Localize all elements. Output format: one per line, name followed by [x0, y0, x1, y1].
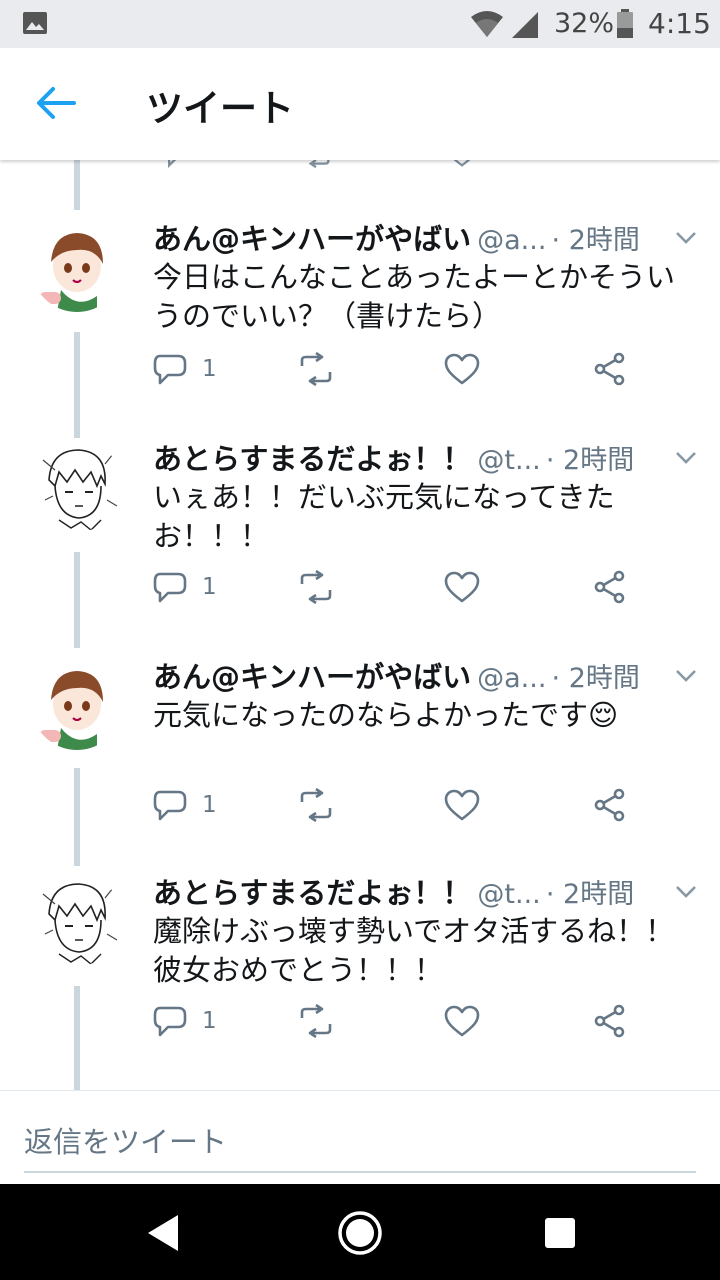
share-icon: [594, 570, 625, 604]
heart-icon: [444, 789, 480, 821]
avatar[interactable]: [31, 874, 123, 966]
reply-count: 1: [202, 356, 217, 382]
reply-count: 1: [202, 574, 217, 600]
reply-button[interactable]: 1: [152, 570, 217, 610]
retweet-button[interactable]: [298, 351, 334, 392]
share-icon: [594, 352, 625, 386]
back-arrow-icon[interactable]: [36, 86, 76, 120]
timestamp[interactable]: · 2時間: [552, 663, 640, 694]
retweet-icon: [300, 787, 332, 823]
tweet[interactable]: あん@キンハーがやばい @a... · 2時間 元気になったのならよかったです😌 …: [0, 654, 720, 834]
username[interactable]: @t...: [477, 879, 540, 910]
page-title: ツイート: [146, 87, 294, 130]
reply-count: 1: [202, 792, 217, 818]
home-circle-icon[interactable]: [335, 1208, 385, 1258]
share-icon: [594, 1004, 625, 1038]
system-nav-bar: [0, 1184, 720, 1280]
like-button[interactable]: [444, 788, 480, 828]
timestamp[interactable]: · 2時間: [552, 225, 640, 256]
share-button[interactable]: [592, 788, 628, 828]
retweet-icon: [300, 351, 332, 387]
avatar[interactable]: [31, 220, 123, 312]
tweet-header: あん@キンハーがやばい @a... · 2時間: [153, 216, 673, 256]
display-name[interactable]: あん@キンハーがやばい: [153, 222, 471, 256]
back-triangle-icon[interactable]: [140, 1208, 190, 1258]
like-button[interactable]: [444, 570, 480, 610]
chevron-down-icon[interactable]: [674, 884, 698, 900]
username[interactable]: @t...: [477, 445, 540, 476]
reply-icon: [153, 572, 187, 603]
heart-icon: [444, 571, 480, 603]
like-button[interactable]: [444, 352, 480, 392]
chevron-down-icon[interactable]: [674, 668, 698, 684]
tweet-text: いぇあ！！だいぶ元気になってきたお！！！: [153, 480, 615, 553]
app-bar: ツイート: [0, 48, 720, 160]
share-button[interactable]: [592, 570, 628, 610]
tweet-actions: 1: [0, 569, 720, 610]
wifi-icon: [471, 11, 503, 37]
reply-icon: [153, 1006, 187, 1037]
tweet-text: 元気になったのならよかったです😌: [153, 698, 619, 732]
reply-icon[interactable]: [160, 160, 196, 168]
tweet-header: あん@キンハーがやばい @a... · 2時間: [153, 654, 673, 694]
tweet-actions: 1: [0, 351, 720, 392]
retweet-button[interactable]: [298, 787, 334, 828]
tweet-text: 今日はこんなことあったよーとかそういうのでいい？（書けたら）: [153, 260, 676, 333]
display-name[interactable]: あとらすまるだよぉ！！: [153, 876, 471, 910]
retweet-icon[interactable]: [298, 160, 334, 168]
avatar[interactable]: [31, 658, 123, 750]
like-button[interactable]: [444, 1004, 480, 1044]
timestamp[interactable]: · 2時間: [546, 445, 634, 476]
tweet-text: 魔除けぶっ壊す勢いでオタ活するね！！彼女おめでとう！！！: [153, 914, 675, 987]
battery-icon: [617, 9, 633, 38]
clock: 4:15: [648, 7, 711, 40]
retweet-icon: [300, 569, 332, 605]
heart-icon[interactable]: [444, 160, 480, 168]
status-bar: 32% 4:15: [0, 0, 720, 48]
chevron-down-icon[interactable]: [674, 230, 698, 246]
tweet-header: あとらすまるだよぉ！！ @t... · 2時間: [153, 436, 673, 476]
tweet[interactable]: あとらすまるだよぉ！！ @t... · 2時間 いぇあ！！だいぶ元気になってきたお…: [0, 436, 720, 616]
tweet-actions: 1: [0, 1003, 720, 1044]
tweet-actions: 1: [0, 787, 720, 828]
username[interactable]: @a...: [477, 225, 546, 256]
previous-tweet-actions: [0, 160, 720, 168]
reply-count: 1: [202, 1008, 217, 1034]
reply-icon: [153, 790, 187, 821]
username[interactable]: @a...: [477, 663, 546, 694]
tweet-header: あとらすまるだよぉ！！ @t... · 2時間: [153, 870, 673, 910]
retweet-button[interactable]: [298, 569, 334, 610]
timestamp[interactable]: · 2時間: [546, 879, 634, 910]
reply-button[interactable]: 1: [152, 352, 217, 392]
avatar[interactable]: [31, 440, 123, 532]
reply-input[interactable]: 返信をツイート: [24, 1119, 696, 1173]
share-button[interactable]: [592, 1004, 628, 1044]
recents-square-icon[interactable]: [535, 1208, 585, 1258]
share-button[interactable]: [592, 352, 628, 392]
battery-percentage: 32%: [554, 8, 615, 39]
retweet-button[interactable]: [298, 1003, 334, 1044]
share-icon[interactable]: [592, 160, 628, 168]
tweet[interactable]: あん@キンハーがやばい @a... · 2時間 今日はこんなことあったよーとかそう…: [0, 216, 720, 396]
display-name[interactable]: あとらすまるだよぉ！！: [153, 442, 471, 476]
share-icon: [594, 788, 625, 822]
heart-icon: [444, 353, 480, 385]
chevron-down-icon[interactable]: [674, 450, 698, 466]
tweet[interactable]: あとらすまるだよぉ！！ @t... · 2時間 魔除けぶっ壊す勢いでオタ活するね！…: [0, 870, 720, 1050]
reply-button[interactable]: 1: [152, 788, 217, 828]
heart-icon: [444, 1005, 480, 1037]
cell-signal-icon: [512, 12, 538, 38]
image-notification-icon: [23, 12, 47, 34]
reply-button[interactable]: 1: [152, 1004, 217, 1044]
reply-icon: [153, 354, 187, 385]
retweet-icon: [300, 1003, 332, 1039]
display-name[interactable]: あん@キンハーがやばい: [153, 660, 471, 694]
tweet-thread[interactable]: あん@キンハーがやばい @a... · 2時間 今日はこんなことあったよーとかそう…: [0, 160, 720, 1090]
reply-composer: 返信をツイート: [0, 1090, 720, 1185]
